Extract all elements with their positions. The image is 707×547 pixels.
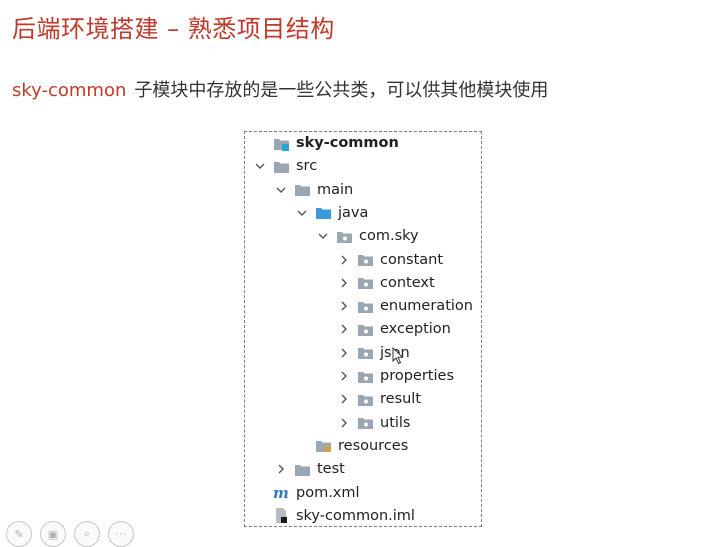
tree-item-label: sky-common [296,135,399,151]
package-icon [357,322,374,337]
tree-item-com-sky[interactable]: com.sky [316,225,419,247]
package-icon [357,345,374,360]
tree-item-utils[interactable]: utils [337,412,411,434]
tree-item-label: context [380,274,435,291]
tree-item-label: enumeration [380,298,473,315]
zoom-icon[interactable]: ⌕ [74,521,100,547]
tree-item-java[interactable]: java [295,202,368,224]
package-icon [357,415,374,430]
slide-toolbar: ✎ ▣ ⌕ ··· [6,521,134,547]
slide-title: 后端环境搭建 – 熟悉项目结构 [12,15,335,43]
subtitle-highlight: sky-common [12,80,127,101]
tree-item-pom-xml[interactable]: m pom.xml [253,482,360,504]
tree-item-label: properties [380,368,454,384]
svg-text:m: m [273,485,289,500]
tree-item-label: resources [338,437,409,454]
chevron-down-icon[interactable] [253,159,267,173]
package-icon [336,229,353,244]
tree-item-label: utils [380,414,411,431]
chevron-down-icon[interactable] [316,229,330,243]
folder-icon [273,159,290,174]
tree-item-result[interactable]: result [337,388,421,410]
tree-item-label: test [317,461,345,478]
tree-item-label: exception [380,321,451,338]
subtitle-text: 子模块中存放的是一些公共类，可以供其他模块使用 [134,80,549,101]
package-icon [357,392,374,407]
resources-folder-icon [315,438,332,453]
mouse-cursor-icon [392,346,404,370]
package-icon [357,252,374,267]
chevron-down-icon[interactable] [274,183,288,197]
folder-icon [294,462,311,477]
tree-item-main[interactable]: main [274,179,353,201]
tree-item-label: java [338,204,369,221]
pen-icon[interactable]: ✎ [6,521,32,547]
chevron-right-icon[interactable] [337,369,351,383]
chevron-right-icon[interactable] [337,276,351,290]
tree-item-exception[interactable]: exception [337,318,451,340]
tree-item-enumeration[interactable]: enumeration [337,295,473,317]
maven-icon: m [273,485,290,500]
tree-item-test[interactable]: test [274,458,345,480]
slide-subtitle: sky-common 子模块中存放的是一些公共类，可以供其他模块使用 [12,76,548,102]
tree-item-label: sky-common.iml [296,507,415,524]
tree-item-constant[interactable]: constant [337,249,443,271]
tree-item-sky-common-iml[interactable]: sky-common.iml [253,505,415,527]
chevron-right-icon[interactable] [337,392,351,406]
chevron-right-icon[interactable] [337,346,351,360]
chevron-right-icon[interactable] [337,299,351,313]
chevron-right-icon[interactable] [337,322,351,336]
chevron-right-icon[interactable] [337,253,351,267]
tree-item-src[interactable]: src [253,155,317,177]
chevron-right-icon[interactable] [337,416,351,430]
project-tree-panel: sky-common src main java com.sky constant cont… [244,131,482,527]
tree-item-label: pom.xml [296,484,360,501]
tree-item-context[interactable]: context [337,272,435,294]
package-icon [357,299,374,314]
folder-icon [294,182,311,197]
slide-sorter-icon[interactable]: ▣ [40,521,66,547]
package-icon [357,369,374,384]
chevron-down-icon[interactable] [295,206,309,220]
module-folder-icon [273,136,290,151]
tree-item-sky-common[interactable]: sky-common [253,132,399,154]
tree-item-label: constant [380,251,444,268]
tree-item-label: com.sky [359,228,419,245]
tree-item-label: result [380,391,422,408]
tree-item-label: main [317,181,354,198]
iml-file-icon [273,508,290,524]
tree-item-label: src [296,158,318,175]
more-icon[interactable]: ··· [108,521,134,547]
tree-item-resources[interactable]: resources [295,435,408,457]
source-folder-icon [315,205,332,220]
chevron-right-icon[interactable] [274,462,288,476]
package-icon [357,275,374,290]
